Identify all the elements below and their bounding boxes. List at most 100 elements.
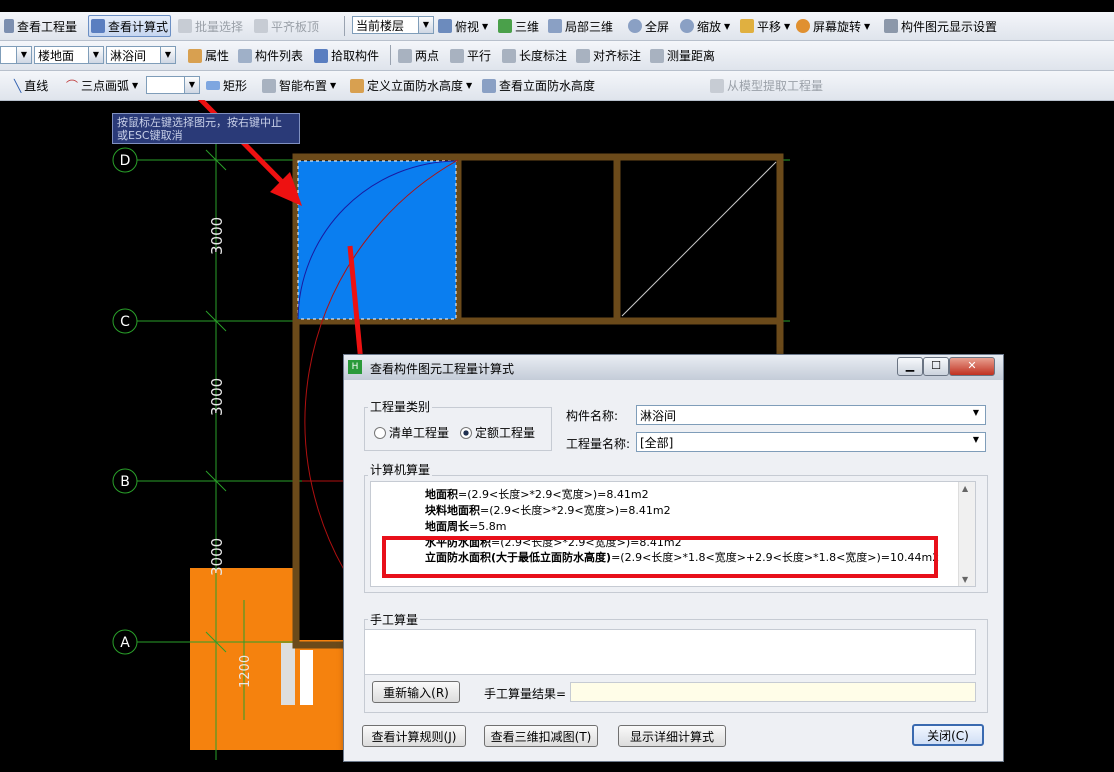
zoom-button[interactable]: 缩放 ▼ xyxy=(680,12,730,40)
properties-button[interactable]: 属性 xyxy=(188,41,229,70)
batch-select-icon xyxy=(178,19,192,33)
arc-button[interactable]: ⌒ 三点画弧 ▼ xyxy=(66,71,138,100)
toolbar-row-1: 查看工程量 查看计算式 批量选择 平齐板顶 当前楼层 ▼ 俯视 ▼ 三维 局部三维… xyxy=(0,12,1114,41)
pan-button[interactable]: 平移 ▼ xyxy=(740,12,790,40)
separator xyxy=(390,45,391,65)
rectangle-button[interactable]: 矩形 xyxy=(206,71,247,100)
reinput-button[interactable]: 重新输入(R) xyxy=(372,681,460,703)
measure-distance-button[interactable]: 测量距离 xyxy=(650,41,715,70)
define-height-icon xyxy=(350,78,364,93)
view-quantity-button[interactable]: 查看工程量 xyxy=(4,12,77,40)
arc-icon: ⌒ xyxy=(66,79,79,93)
component-list-button[interactable]: 构件列表 xyxy=(238,41,303,70)
parallel-button[interactable]: 平行 xyxy=(450,41,491,70)
two-points-button[interactable]: 两点 xyxy=(398,41,439,70)
list-icon xyxy=(238,48,252,63)
axis-label-text: B xyxy=(120,474,130,490)
manual-result-field[interactable] xyxy=(570,682,976,702)
dim-text: 3000 xyxy=(208,538,226,576)
scroll-up-icon[interactable]: ▲ xyxy=(962,484,968,493)
tooltip-line: 或ESC键取消 xyxy=(117,129,183,142)
chevron-down-icon: ▼ xyxy=(16,47,31,63)
chevron-down-icon: ▼ xyxy=(972,408,979,417)
align-icon xyxy=(254,19,268,33)
chevron-down-icon: ▼ xyxy=(972,435,979,444)
two-points-icon xyxy=(398,48,412,63)
smart-layout-icon xyxy=(262,78,276,93)
quantity-type-label: 工程量类别 xyxy=(368,398,433,415)
settings-icon xyxy=(884,19,898,33)
arc-mode-select[interactable]: ▼ xyxy=(146,76,200,94)
line-icon: ╲ xyxy=(14,78,22,93)
component-name-dropdown[interactable]: 淋浴间 ▼ xyxy=(636,405,986,425)
extract-quantity-button[interactable]: 从模型提取工程量 xyxy=(710,71,823,100)
view-3d-deduct-button[interactable]: 查看三维扣减图(T) xyxy=(484,725,598,747)
chevron-down-icon: ▼ xyxy=(132,81,139,90)
axis-label-a: A xyxy=(112,629,138,655)
length-dim-button[interactable]: 长度标注 xyxy=(502,41,567,70)
batch-select-button[interactable]: 批量选择 xyxy=(178,12,243,40)
chevron-down-icon: ▼ xyxy=(184,77,199,93)
line-button[interactable]: ╲ 直线 xyxy=(14,71,48,100)
dialog-titlebar[interactable]: H 查看构件图元工程量计算式 ▁ ☐ ✕ xyxy=(344,355,1003,380)
white-block xyxy=(281,643,295,705)
view-waterproof-height-button[interactable]: 查看立面防水高度 xyxy=(482,71,595,100)
display-settings-button[interactable]: 构件图元显示设置 xyxy=(884,12,997,40)
selected-floor-shower-room[interactable] xyxy=(298,161,456,319)
component-name-select[interactable]: 淋浴间 ▼ xyxy=(106,46,176,64)
view-formula-button[interactable]: 查看计算式 xyxy=(88,15,172,37)
separator xyxy=(344,16,345,36)
formula-icon xyxy=(91,19,105,33)
parallel-icon xyxy=(450,48,464,63)
manual-calc-input[interactable] xyxy=(364,629,976,675)
ruler-icon xyxy=(650,48,664,63)
cube-icon xyxy=(498,19,512,33)
align-dimension-icon xyxy=(576,48,590,63)
scrollbar[interactable]: ▲ ▼ xyxy=(958,482,975,586)
quantity-icon xyxy=(4,19,14,33)
formula-row: 地面积=(2.9<长度>*2.9<宽度>)=8.41m2 xyxy=(425,488,649,501)
zoom-icon xyxy=(680,19,694,33)
view-calc-rules-button[interactable]: 查看计算规则(J) xyxy=(362,725,466,747)
dim-text: 3000 xyxy=(208,378,226,416)
axis-label-text: A xyxy=(120,635,130,651)
three-d-button[interactable]: 三维 xyxy=(498,12,539,40)
dim-text: 3000 xyxy=(208,217,226,255)
quantity-name-label: 工程量名称: xyxy=(566,437,631,451)
axis-label-d: D xyxy=(112,147,138,173)
component-type-select[interactable]: 楼地面 ▼ xyxy=(34,46,104,64)
local-3d-button[interactable]: 局部三维 xyxy=(548,12,613,40)
define-waterproof-height-button[interactable]: 定义立面防水高度 ▼ xyxy=(350,71,472,100)
quantity-name-dropdown[interactable]: [全部] ▼ xyxy=(636,432,986,452)
local-cube-icon xyxy=(548,19,562,33)
toolbar-row-2: ▼ 楼地面 ▼ 淋浴间 ▼ 属性 构件列表 拾取构件 两点 平行 长度标注 对齐… xyxy=(0,41,1114,71)
radio-list-quantity[interactable]: 清单工程量 xyxy=(374,424,449,441)
fullscreen-button[interactable]: 全屏 xyxy=(628,12,669,40)
pick-component-button[interactable]: 拾取构件 xyxy=(314,41,379,70)
left-select[interactable]: ▼ xyxy=(0,46,32,64)
tooltip-line: 按鼠标左键选择图元，按右键中止 xyxy=(117,116,282,129)
radio-quota-quantity[interactable]: 定额工程量 xyxy=(460,424,535,441)
close-window-button[interactable]: ✕ xyxy=(949,357,995,376)
toolbar-row-3: ╲ 直线 ⌒ 三点画弧 ▼ ▼ 矩形 智能布置 ▼ 定义立面防水高度 ▼ 查看立面防水… xyxy=(0,71,1114,101)
align-dim-button[interactable]: 对齐标注 xyxy=(576,41,641,70)
chevron-down-icon: ▼ xyxy=(784,21,791,31)
component-name-label: 构件名称: xyxy=(566,409,619,423)
chevron-down-icon: ▼ xyxy=(466,81,473,90)
maximize-button[interactable]: ☐ xyxy=(923,357,949,376)
smart-layout-button[interactable]: 智能布置 ▼ xyxy=(262,71,336,100)
minimize-button[interactable]: ▁ xyxy=(897,357,923,376)
manual-result-label: 手工算量结果= xyxy=(484,687,567,701)
chevron-down-icon: ▼ xyxy=(864,21,871,31)
axis-label-text: C xyxy=(120,314,130,330)
align-slab-top-button[interactable]: 平齐板顶 xyxy=(254,12,319,40)
close-button[interactable]: 关闭(C) xyxy=(912,724,984,746)
floor-scope-select[interactable]: 当前楼层 ▼ xyxy=(352,16,434,34)
scroll-down-icon[interactable]: ▼ xyxy=(962,575,968,584)
top-view-button[interactable]: 俯视 ▼ xyxy=(438,12,488,40)
axis-label-b: B xyxy=(112,468,138,494)
formula-dialog: H 查看构件图元工程量计算式 ▁ ☐ ✕ 工程量类别 清单工程量 定额工程量 构… xyxy=(343,354,1004,762)
chevron-down-icon: ▼ xyxy=(330,81,337,90)
show-detail-button[interactable]: 显示详细计算式 xyxy=(618,725,726,747)
screen-rotate-button[interactable]: 屏幕旋转 ▼ xyxy=(796,12,870,40)
